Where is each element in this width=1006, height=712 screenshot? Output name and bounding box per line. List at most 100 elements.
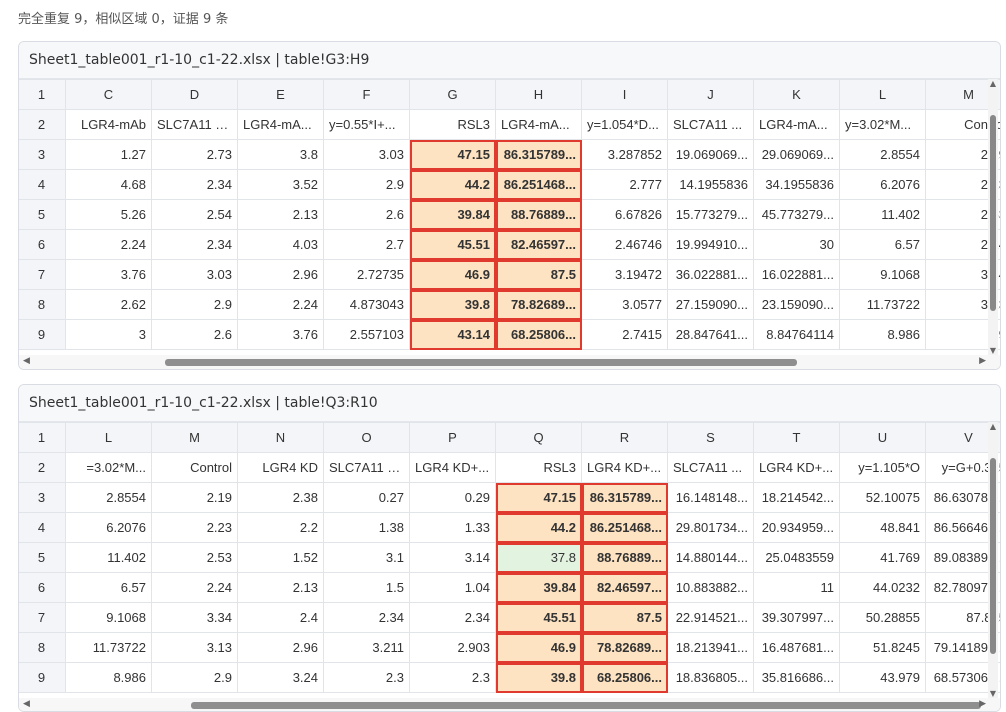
scroll-left-icon[interactable]: ◀ [23,356,30,366]
table-cell[interactable]: 41.769 [839,542,926,573]
table-cell[interactable]: 6.57 [839,229,926,260]
table-cell[interactable]: 3.34 [151,602,238,633]
table-cell[interactable]: 27.159090... [667,289,754,320]
column-header[interactable]: N [237,422,324,453]
column-header[interactable]: H [495,79,582,110]
table-cell[interactable]: 3.76 [65,259,152,290]
table-cell[interactable]: 3.24 [237,662,324,693]
table-cell[interactable]: 88.76889... [581,542,668,573]
table-cell[interactable]: 2.34 [151,169,238,200]
table-cell[interactable]: 16.022881... [753,259,840,290]
table-cell[interactable]: 2.7 [323,229,410,260]
table-cell[interactable]: 6.2076 [839,169,926,200]
column-header[interactable]: L [839,79,926,110]
column-header[interactable]: O [323,422,410,453]
table-cell[interactable]: LGR4-mA... [495,109,582,140]
table-cell[interactable]: y=1.054*D... [581,109,668,140]
column-header[interactable]: L [65,422,152,453]
column-header[interactable]: E [237,79,324,110]
table-cell[interactable]: 4.03 [237,229,324,260]
table-cell[interactable]: y=0.55*I+... [323,109,410,140]
table-cell[interactable]: y=3.02*M... [839,109,926,140]
column-header[interactable]: G [409,79,496,110]
table-cell[interactable]: 9.1068 [65,602,152,633]
table-cell[interactable]: 5.26 [65,199,152,230]
table-cell[interactable]: 11.402 [839,199,926,230]
table-cell[interactable]: LGR4-mAb [65,109,152,140]
horizontal-scrollbar[interactable]: ◀ ▶ [19,355,1000,369]
table-cell[interactable]: 36.022881... [667,259,754,290]
table-cell[interactable]: 68.25806... [495,319,582,350]
vertical-scrollbar[interactable]: ▲ ▼ [988,422,998,698]
table-cell[interactable]: 3.19472 [581,259,668,290]
scroll-up-icon[interactable]: ▲ [988,79,998,88]
column-header[interactable]: Q [495,422,582,453]
column-header[interactable]: J [667,79,754,110]
table-cell[interactable]: 20.934959... [753,512,840,543]
table-cell[interactable]: 3.03 [323,139,410,170]
table-cell[interactable]: 2.4 [237,602,324,633]
table-cell[interactable]: 2.34 [323,602,410,633]
table-cell[interactable]: 18.213941... [667,632,754,663]
table-cell[interactable]: 78.82689... [495,289,582,320]
table-cell[interactable]: 2.53 [151,542,238,573]
table-cell[interactable]: 2.24 [65,229,152,260]
table-cell[interactable]: RSL3 [409,109,496,140]
table-cell[interactable]: 2.38 [237,482,324,513]
horizontal-scroll-thumb[interactable] [191,702,981,709]
column-header[interactable]: U [839,422,926,453]
table-cell[interactable]: 11.402 [65,542,152,573]
table-cell[interactable]: 1.04 [409,572,496,603]
table-cell[interactable]: Control [151,452,238,483]
row-header[interactable]: 1 [19,79,66,110]
table-cell[interactable]: 52.10075 [839,482,926,513]
table-cell[interactable]: LGR4-mA... [237,109,324,140]
table-cell[interactable]: 2.9 [151,662,238,693]
table-cell[interactable]: 9.1068 [839,259,926,290]
table-cell[interactable]: 2.24 [151,572,238,603]
table-cell[interactable]: 14.880144... [667,542,754,573]
table-cell[interactable]: 8.986 [839,319,926,350]
table-cell[interactable]: 11.73722 [65,632,152,663]
table-cell[interactable]: 3.13 [151,632,238,663]
table-cell[interactable]: 87.5 [495,259,582,290]
table-cell[interactable]: 15.773279... [667,199,754,230]
table-cell[interactable]: 51.8245 [839,632,926,663]
table-cell[interactable]: 46.9 [409,259,496,290]
table-cell[interactable]: 44.0232 [839,572,926,603]
table-cell[interactable]: 2.24 [237,289,324,320]
row-header[interactable]: 3 [19,482,66,513]
table-cell[interactable]: 2.9 [323,169,410,200]
table-cell[interactable]: 3.0577 [581,289,668,320]
table-cell[interactable]: 37.8 [495,542,582,573]
table-cell[interactable]: 19.994910... [667,229,754,260]
table-cell[interactable]: 2.6 [151,319,238,350]
table-cell[interactable]: 2.62 [65,289,152,320]
column-header[interactable]: I [581,79,668,110]
table-cell[interactable]: 2.3 [323,662,410,693]
table-cell[interactable]: 45.51 [409,229,496,260]
table-cell[interactable]: 19.069069... [667,139,754,170]
table-cell[interactable]: 68.25806... [581,662,668,693]
table-cell[interactable]: 3 [65,319,152,350]
table-cell[interactable]: 2.19 [151,482,238,513]
column-header[interactable]: S [667,422,754,453]
table-cell[interactable]: 2.3 [409,662,496,693]
table-cell[interactable]: 11 [753,572,840,603]
table-cell[interactable]: 1.52 [237,542,324,573]
row-header[interactable]: 1 [19,422,66,453]
table-cell[interactable]: 6.2076 [65,512,152,543]
table-cell[interactable]: 78.82689... [581,632,668,663]
table-cell[interactable]: 39.8 [409,289,496,320]
column-header[interactable]: F [323,79,410,110]
table-cell[interactable]: 1.38 [323,512,410,543]
row-header[interactable]: 6 [19,572,66,603]
column-header[interactable]: R [581,422,668,453]
table-cell[interactable]: 3.287852 [581,139,668,170]
table-cell[interactable]: 0.27 [323,482,410,513]
row-header[interactable]: 8 [19,632,66,663]
table-cell[interactable]: SLC7A11 ... [667,109,754,140]
scroll-right-icon[interactable]: ▶ [979,699,986,709]
table-cell[interactable]: 43.14 [409,319,496,350]
table-cell[interactable]: 2.73 [151,139,238,170]
